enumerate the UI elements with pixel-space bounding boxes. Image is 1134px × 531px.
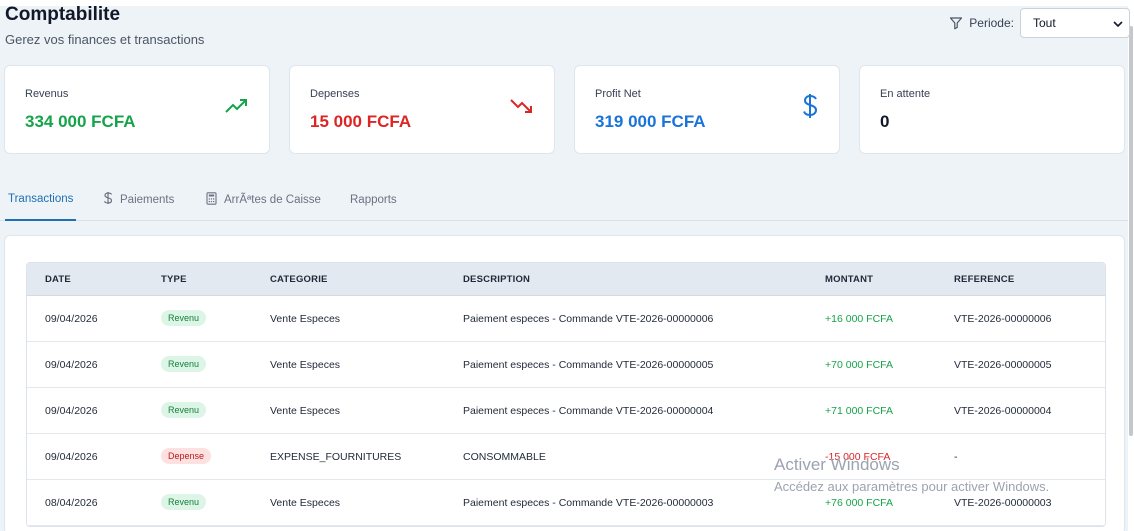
tab-arretes-de-caisse[interactable]: ArrÃªtes de Caisse xyxy=(203,178,324,221)
table-row[interactable]: 09/04/2026 Revenu Vente Especes Paiement… xyxy=(27,342,1105,388)
column-header-reference[interactable]: REFERENCE xyxy=(954,274,1014,285)
cell-description: Paiement especes - Commande VTE-2026-000… xyxy=(463,313,714,325)
tab-rapports[interactable]: Rapports xyxy=(347,178,400,221)
cell-category: Vente Especes xyxy=(270,313,341,325)
tab-label: Transactions xyxy=(8,192,74,205)
cell-description: Paiement especes - Commande VTE-2026-000… xyxy=(463,359,714,371)
table-row[interactable]: 09/04/2026 Revenu Vente Especes Paiement… xyxy=(27,388,1105,434)
cell-date: 09/04/2026 xyxy=(45,451,98,463)
page-subtitle: Gerez vos finances et transactions xyxy=(5,32,205,47)
card-depenses: Depenses 15 000 FCFA xyxy=(289,65,555,154)
cell-date: 09/04/2026 xyxy=(45,405,98,417)
cell-description: CONSOMMABLE xyxy=(463,451,546,463)
card-label: Revenus xyxy=(25,88,69,100)
type-badge: Revenu xyxy=(161,494,207,510)
cell-category: Vente Especes xyxy=(270,359,341,371)
calculator-icon xyxy=(206,191,224,208)
dollar-icon xyxy=(103,191,120,208)
card-label: Profit Net xyxy=(595,88,641,100)
cell-amount: +71 000 FCFA xyxy=(825,405,893,417)
cell-description: Paiement especes - Commande VTE-2026-000… xyxy=(463,405,714,417)
page-title: Comptabilite xyxy=(5,4,121,25)
column-header-type[interactable]: TYPE xyxy=(161,274,187,285)
trending-down-icon xyxy=(510,98,534,119)
cell-date: 09/04/2026 xyxy=(45,313,98,325)
period-select[interactable]: Tout xyxy=(1020,8,1130,38)
type-badge: Revenu xyxy=(161,356,207,372)
cell-category: Vente Especes xyxy=(270,405,341,417)
tab-paiements[interactable]: Paiements xyxy=(100,178,177,221)
card-label: En attente xyxy=(880,88,931,100)
card-label: Depenses xyxy=(310,88,360,100)
filter-icon xyxy=(949,16,963,30)
period-label: Periode: xyxy=(969,16,1014,30)
type-badge: Revenu xyxy=(161,310,207,326)
card-en-attente: En attente 0 xyxy=(859,65,1125,154)
dollar-icon xyxy=(801,92,819,125)
tab-label: Paiements xyxy=(120,193,175,206)
card-value: 0 xyxy=(880,112,890,131)
table-row[interactable]: 09/04/2026 Revenu Vente Especes Paiement… xyxy=(27,296,1105,342)
vertical-scrollbar[interactable] xyxy=(1128,6,1134,531)
page-header: Comptabilite Gerez vos finances et trans… xyxy=(5,4,204,47)
card-profit-net: Profit Net 319 000 FCFA xyxy=(574,65,840,154)
cell-reference: VTE-2026-00000004 xyxy=(954,405,1052,417)
cell-reference: VTE-2026-00000005 xyxy=(954,359,1052,371)
period-selected-value: Tout xyxy=(1033,16,1056,30)
table-header: DATE TYPE CATEGORIE DESCRIPTION MONTANT … xyxy=(27,263,1105,296)
cell-amount: +70 000 FCFA xyxy=(825,359,893,371)
cell-category: EXPENSE_FOURNITURES xyxy=(270,451,402,463)
tab-label: ArrÃªtes de Caisse xyxy=(224,193,321,206)
column-header-description[interactable]: DESCRIPTION xyxy=(463,274,530,285)
column-header-amount[interactable]: MONTANT xyxy=(825,274,873,285)
cell-reference: VTE-2026-00000003 xyxy=(954,497,1052,509)
cell-category: Vente Especes xyxy=(270,497,341,509)
cell-amount: -15 000 FCFA xyxy=(825,451,891,463)
tab-bar: Transactions Paiements ArrÃªtes de Caiss… xyxy=(0,178,1128,221)
cell-reference: VTE-2026-00000006 xyxy=(954,313,1052,325)
cell-amount: +16 000 FCFA xyxy=(825,313,893,325)
cell-date: 09/04/2026 xyxy=(45,359,98,371)
chevron-down-icon xyxy=(1113,16,1123,30)
period-filter: Periode: Tout xyxy=(949,8,1130,38)
type-badge: Revenu xyxy=(161,402,207,418)
cell-reference: - xyxy=(954,451,958,463)
column-header-date[interactable]: DATE xyxy=(45,274,71,285)
type-badge: Depense xyxy=(161,448,212,464)
cell-date: 08/04/2026 xyxy=(45,497,98,509)
cell-description: Paiement especes - Commande VTE-2026-000… xyxy=(463,497,714,509)
card-value: 319 000 FCFA xyxy=(595,112,706,131)
scrollbar-thumb[interactable] xyxy=(1129,26,1133,436)
card-value: 334 000 FCFA xyxy=(25,112,136,131)
cell-amount: +76 000 FCFA xyxy=(825,497,893,509)
tab-label: Rapports xyxy=(350,193,397,206)
transactions-panel: DATE TYPE CATEGORIE DESCRIPTION MONTANT … xyxy=(4,235,1125,531)
table-row[interactable]: 09/04/2026 Depense EXPENSE_FOURNITURES C… xyxy=(27,434,1105,480)
column-header-category[interactable]: CATEGORIE xyxy=(270,274,328,285)
trending-up-icon xyxy=(225,98,249,119)
summary-cards: Revenus 334 000 FCFA Depenses 15 000 FCF… xyxy=(4,65,1125,154)
card-revenus: Revenus 334 000 FCFA xyxy=(4,65,270,154)
card-value: 15 000 FCFA xyxy=(310,112,412,131)
transactions-table: DATE TYPE CATEGORIE DESCRIPTION MONTANT … xyxy=(26,262,1106,527)
table-row[interactable]: 08/04/2026 Revenu Vente Especes Paiement… xyxy=(27,480,1105,526)
tab-transactions[interactable]: Transactions xyxy=(5,178,77,221)
